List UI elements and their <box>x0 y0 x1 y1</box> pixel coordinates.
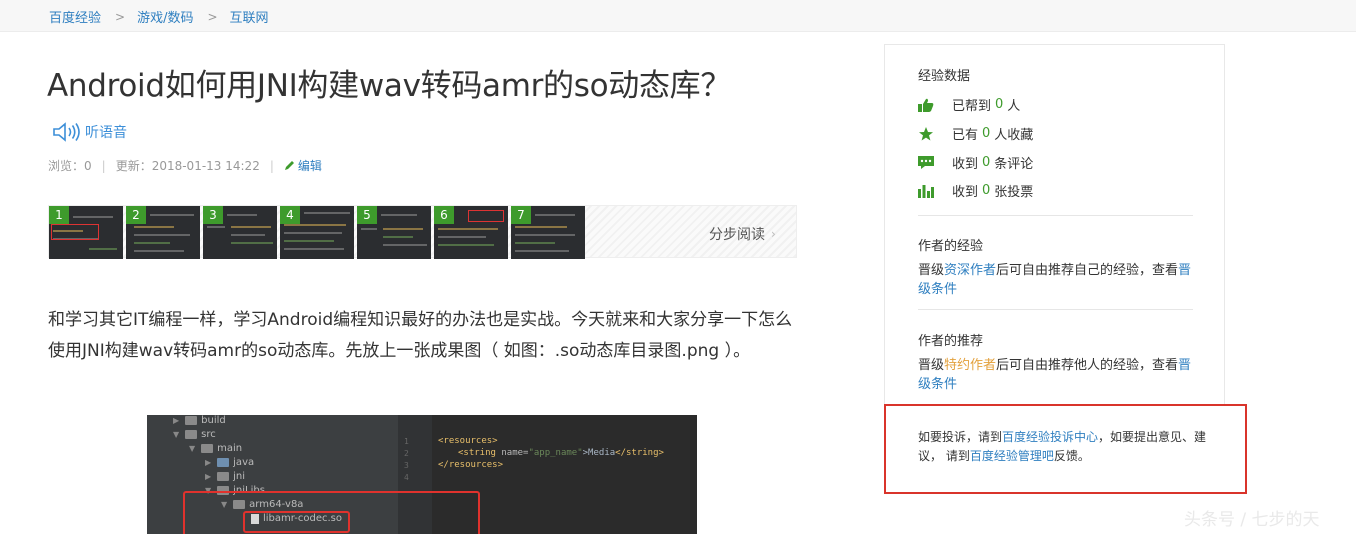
edit-link[interactable]: 编辑 <box>284 157 322 174</box>
listen-button[interactable]: 听语音 <box>52 122 127 142</box>
step-thumbnail-5[interactable]: 5 <box>357 206 431 259</box>
tree-item: src <box>201 429 216 440</box>
page-title: Android如何用JNI构建wav转码amr的so动态库？ <box>47 68 732 104</box>
edit-label: 编辑 <box>297 159 322 173</box>
step-read-link[interactable]: 分步阅读 › <box>709 224 776 244</box>
updated-time: 更新：2018-01-13 14:22 <box>115 159 260 173</box>
divider <box>918 215 1193 216</box>
thumbs-up-icon <box>918 98 934 112</box>
step-thumbnail-2[interactable]: 2 <box>126 206 200 259</box>
code-line: <resources> <box>438 436 498 446</box>
author-experience-text: 晋级资深作者后可自由推荐自己的经验，查看晋级条件 <box>918 263 1192 297</box>
complaint-box: 如要投诉，请到百度经验投诉中心，如要提出意见、建议， 请到百度经验管理吧反馈。 <box>884 404 1247 494</box>
step-thumbnail-1[interactable]: 1 <box>49 206 123 259</box>
senior-author-link[interactable]: 资深作者 <box>944 263 996 278</box>
watermark: 头条号 / 七步的天 <box>1184 510 1320 530</box>
management-bar-link[interactable]: 百度经验管理吧 <box>970 449 1054 463</box>
so-library-screenshot: ▶ build ▼ src ▼ main ▶ java ▶ jni ▼ jniLibs ▼ a… <box>147 415 697 534</box>
breadcrumb-item-home[interactable]: 百度经验 <box>49 7 101 26</box>
step-thumbnail-3[interactable]: 3 <box>203 206 277 259</box>
stat-helped: 已帮到 0 人 <box>918 95 1020 114</box>
chevron-right-icon: › <box>771 227 776 241</box>
author-recommend-title: 作者的推荐 <box>918 334 984 349</box>
article-meta: 浏览：0 | 更新：2018-01-13 14:22 | 编辑 <box>48 157 322 174</box>
step-thumbnails: 1 2 3 4 5 6 7 分步阅读 › <box>48 205 797 259</box>
pencil-icon <box>284 161 294 170</box>
complaint-text: 如要投诉，请到百度经验投诉中心，如要提出意见、建议， 请到百度经验管理吧反馈。 <box>918 430 1207 463</box>
breadcrumb-item-internet[interactable]: 互联网 <box>230 7 269 26</box>
comment-icon <box>918 155 934 170</box>
step-thumbnail-6[interactable]: 6 <box>434 206 508 259</box>
stat-votes: 收到 0 张投票 <box>918 181 1033 200</box>
step-thumbnail-4[interactable]: 4 <box>280 206 354 259</box>
breadcrumb-separator: > <box>115 9 126 24</box>
step-number: 4 <box>280 206 300 224</box>
bar-chart-icon <box>918 184 934 198</box>
special-author-link[interactable]: 特约作者 <box>944 358 996 373</box>
experience-data-title: 经验数据 <box>918 69 971 84</box>
tree-item: java <box>233 457 255 468</box>
code-line: <string name="app_name">Media</string> <box>458 448 664 458</box>
speaker-icon <box>53 122 80 142</box>
step-number: 3 <box>203 206 223 224</box>
listen-label: 听语音 <box>85 125 127 141</box>
step-number: 5 <box>357 206 377 224</box>
stat-comments: 收到 0 条评论 <box>918 153 1033 172</box>
tree-item: jni <box>233 471 246 482</box>
stat-favorited: 已有 0 人收藏 <box>918 124 1033 143</box>
breadcrumb: 百度经验 > 游戏/数码 > 互联网 <box>49 7 269 27</box>
breadcrumb-item-games-digital[interactable]: 游戏/数码 <box>137 7 193 26</box>
tree-item: build <box>201 415 226 426</box>
views-count: 浏览：0 <box>48 159 92 173</box>
step-thumbnail-7[interactable]: 7 <box>511 206 585 259</box>
step-number: 7 <box>511 206 531 224</box>
code-line: </resources> <box>438 460 504 470</box>
step-read-label: 分步阅读 <box>709 227 765 243</box>
complaint-center-link[interactable]: 百度经验投诉中心 <box>1002 430 1098 444</box>
step-number: 2 <box>126 206 146 224</box>
step-number: 6 <box>434 206 454 224</box>
step-number: 1 <box>49 206 69 224</box>
author-experience-title: 作者的经验 <box>918 239 984 254</box>
highlight-box <box>243 511 350 533</box>
top-bar: 百度经验 > 游戏/数码 > 互联网 <box>0 0 1356 32</box>
tree-item: main <box>217 443 243 454</box>
breadcrumb-separator: > <box>207 9 218 24</box>
divider <box>918 309 1193 310</box>
intro-paragraph: 和学习其它IT编程一样，学习Android编程知识最好的办法也是实战。今天就来和… <box>48 310 793 361</box>
star-icon <box>918 126 934 141</box>
author-recommend-text: 晋级特约作者后可自由推荐他人的经验，查看晋级条件 <box>918 358 1192 392</box>
